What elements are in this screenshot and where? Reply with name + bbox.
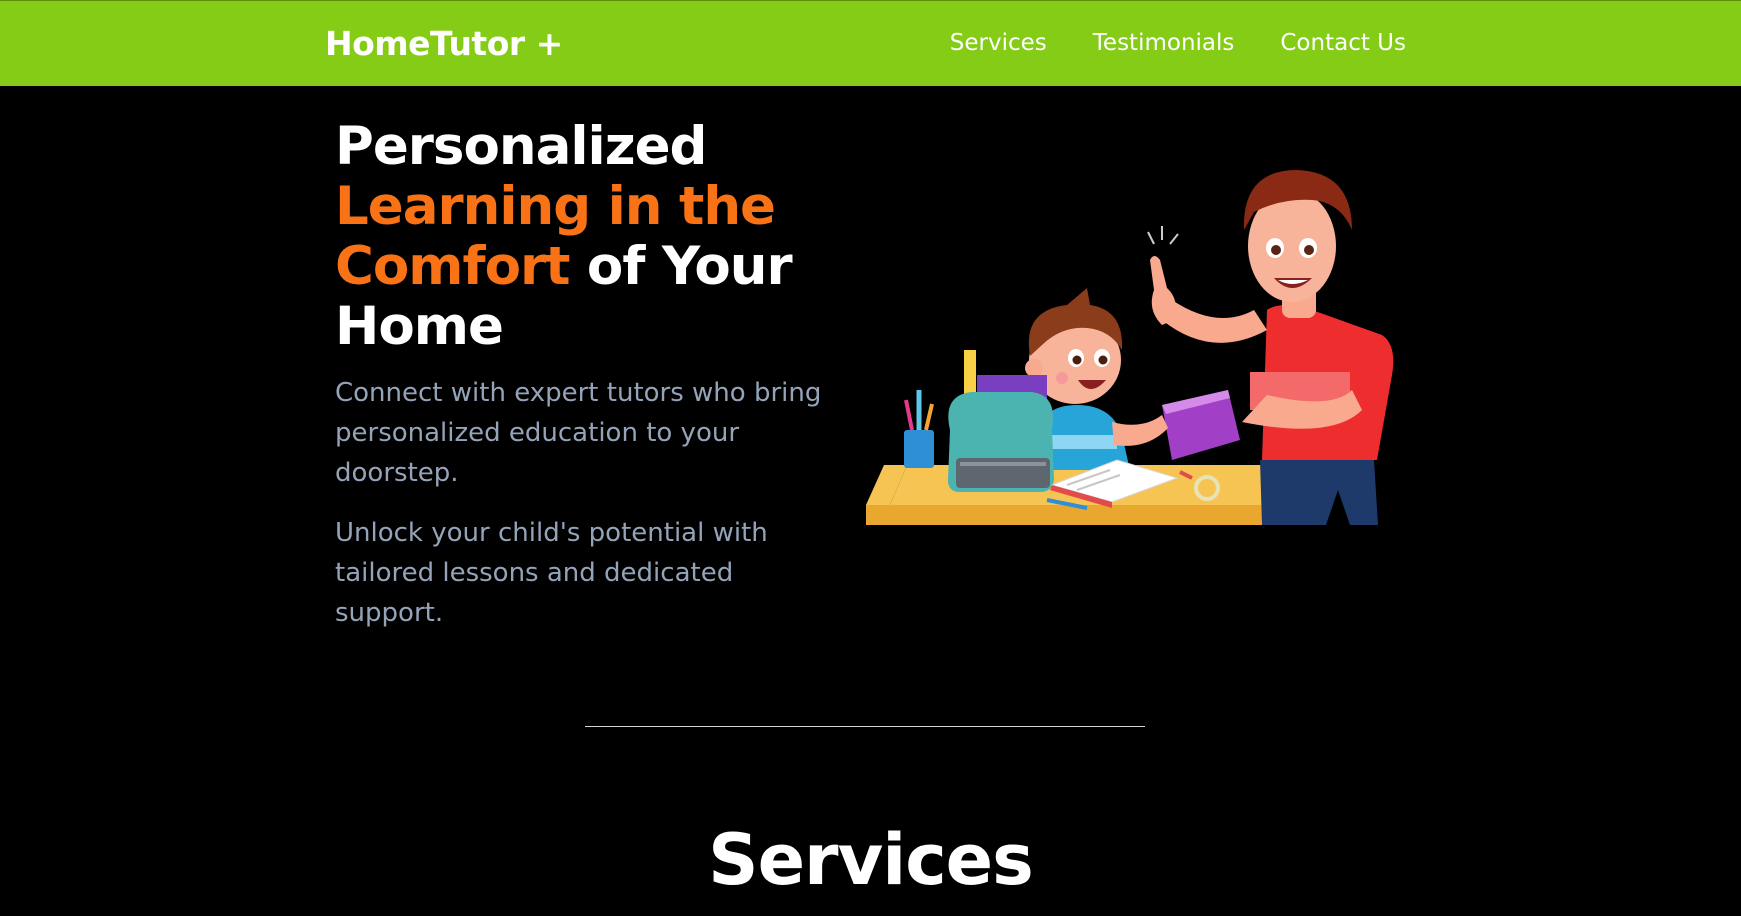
tutor-illustration-svg bbox=[866, 170, 1394, 525]
navbar: HomeTutor + Services Testimonials Contac… bbox=[0, 0, 1741, 86]
hero-paragraph-1: Connect with expert tutors who bring per… bbox=[335, 378, 822, 488]
man-pants bbox=[1260, 460, 1378, 525]
nav-link-testimonials[interactable]: Testimonials bbox=[1093, 30, 1235, 56]
page: HomeTutor + Services Testimonials Contac… bbox=[0, 0, 1741, 916]
section-divider bbox=[585, 726, 1145, 727]
services-title: Services bbox=[708, 819, 1034, 901]
hero-title: Personalized Learning in the Comfort of … bbox=[335, 117, 855, 357]
nav-link-services[interactable]: Services bbox=[950, 30, 1047, 56]
hero-paragraph-2: Unlock your child's potential with tailo… bbox=[335, 518, 768, 628]
brand-logo[interactable]: HomeTutor + bbox=[325, 24, 563, 63]
nav-links: Services Testimonials Contact Us bbox=[950, 30, 1406, 56]
hero-title-part-1: Personalized bbox=[335, 116, 707, 177]
tutor-illustration bbox=[862, 160, 1402, 570]
nav-link-contact-us[interactable]: Contact Us bbox=[1280, 30, 1406, 56]
hero-section: Personalized Learning in the Comfort of … bbox=[335, 117, 855, 633]
pencil-cup bbox=[904, 430, 934, 468]
man-raised-arm bbox=[1162, 300, 1267, 343]
